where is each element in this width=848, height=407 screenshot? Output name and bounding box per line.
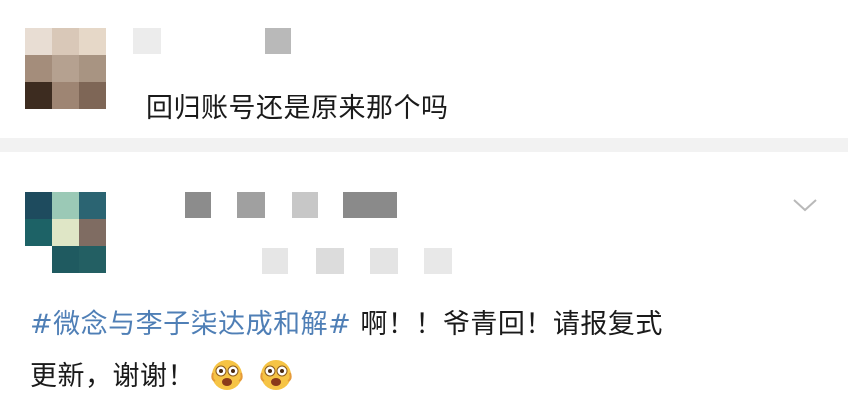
comment-text: #微念与李子柒达成和解# 啊！！爷青回！请报复式	[30, 302, 663, 341]
meta-blurred	[370, 248, 398, 274]
comment-body: 回归账号还是原来那个吗	[146, 93, 449, 124]
comment-card: 回归账号还是原来那个吗	[0, 0, 848, 138]
comment-body: 更新，谢谢！	[30, 361, 195, 392]
comment-card: #微念与李子柒达成和解# 啊！！爷青回！请报复式 更新，谢谢！	[0, 152, 848, 407]
astonished-face-emoji-icon	[260, 360, 292, 390]
comment-text-line2: 更新，谢谢！	[30, 354, 293, 393]
username-blurred	[343, 192, 397, 218]
username-blurred[interactable]	[133, 28, 161, 54]
meta-blurred	[424, 248, 452, 274]
comment-text: 回归账号还是原来那个吗	[146, 86, 449, 125]
avatar[interactable]	[25, 192, 106, 273]
comment-body: 啊！！爷青回！请报复式	[351, 309, 663, 340]
astonished-face-emoji-icon	[211, 360, 243, 390]
meta-blurred	[262, 248, 288, 274]
meta-blurred	[316, 248, 344, 274]
username-blurred[interactable]	[185, 192, 211, 218]
username-blurred	[265, 28, 291, 54]
avatar[interactable]	[25, 28, 106, 109]
username-blurred	[292, 192, 318, 218]
username-blurred	[237, 192, 265, 218]
comment-feed: 回归账号还是原来那个吗 #微念与李子柒达成和解# 啊！！爷青回！请报复式 更新，…	[0, 0, 848, 407]
hashtag-link[interactable]: #微念与李子柒达成和解#	[30, 309, 351, 340]
chevron-down-icon[interactable]	[792, 196, 818, 214]
